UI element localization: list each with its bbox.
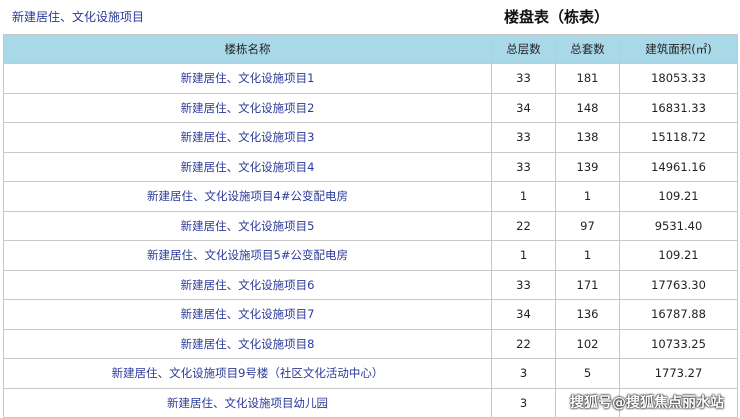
- building-name-cell[interactable]: 新建居住、文化设施项目8: [3, 328, 492, 359]
- header-bar: 新建居住、文化设施项目 楼盘表（栋表）: [0, 0, 740, 34]
- total-units-cell: 5: [555, 358, 620, 389]
- table-row: 新建居住、文化设施项目4 33 139 14961.16: [3, 151, 738, 182]
- floor-area-cell: 14961.16: [619, 151, 738, 182]
- total-floors-cell: 34: [491, 92, 556, 123]
- total-floors-cell: 1: [491, 240, 556, 271]
- table-body: 新建居住、文化设施项目1 33 181 18053.33 新建居住、文化设施项目2 34 1…: [3, 63, 738, 418]
- floor-area-cell: 15118.72: [619, 122, 738, 153]
- floor-area-cell: 18053.33: [619, 63, 738, 94]
- building-name-cell[interactable]: 新建居住、文化设施项目4: [3, 151, 492, 182]
- project-name: 新建居住、文化设施项目: [12, 10, 145, 24]
- floor-area-cell: 17763.30: [619, 269, 738, 300]
- building-name-cell[interactable]: 新建居住、文化设施项目3: [3, 122, 492, 153]
- total-floors-cell: 33: [491, 63, 556, 94]
- table-row: 新建居住、文化设施项目9号楼（社区文化活动中心） 3 5 1773.27: [3, 358, 738, 389]
- table-row: 新建居住、文化设施项目1 33 181 18053.33: [3, 63, 738, 94]
- total-units-cell: 136: [555, 299, 620, 330]
- building-name-cell[interactable]: 新建居住、文化设施项目9号楼（社区文化活动中心）: [3, 358, 492, 389]
- floor-area-cell: 109.21: [619, 181, 738, 212]
- total-units-cell: 139: [555, 151, 620, 182]
- total-floors-cell: 34: [491, 299, 556, 330]
- total-floors-cell: 33: [491, 122, 556, 153]
- building-name-cell[interactable]: 新建居住、文化设施项目1: [3, 63, 492, 94]
- total-floors-cell: 33: [491, 151, 556, 182]
- table-row: 新建居住、文化设施项目5 22 97 9531.40: [3, 210, 738, 241]
- building-name-cell[interactable]: 新建居住、文化设施项目5: [3, 210, 492, 241]
- floor-area-cell: 16787.88: [619, 299, 738, 330]
- total-units-cell: 97: [555, 210, 620, 241]
- total-floors-cell: 1: [491, 181, 556, 212]
- table-row: 新建居住、文化设施项目8 22 102 10733.25: [3, 328, 738, 359]
- total-floors-cell: 22: [491, 210, 556, 241]
- total-floors-cell: 33: [491, 269, 556, 300]
- table-row: 新建居住、文化设施项目2 34 148 16831.33: [3, 92, 738, 123]
- table-header-row: 楼栋名称 总层数 总套数 建筑面积(㎡): [3, 34, 738, 64]
- total-floors-cell: 3: [491, 358, 556, 389]
- total-units-cell: 181: [555, 63, 620, 94]
- floor-area-cell: 10733.25: [619, 328, 738, 359]
- total-units-cell: 148: [555, 92, 620, 123]
- total-units-cell: 171: [555, 269, 620, 300]
- building-name-cell[interactable]: 新建居住、文化设施项目2: [3, 92, 492, 123]
- column-header-floor-area: 建筑面积(㎡): [619, 34, 738, 64]
- column-header-total-floors: 总层数: [491, 34, 556, 64]
- total-units-cell: 1: [555, 181, 620, 212]
- floor-area-cell: 109.21: [619, 240, 738, 271]
- table-row: 新建居住、文化设施项目4#公变配电房 1 1 109.21: [3, 181, 738, 212]
- building-name-cell[interactable]: 新建居住、文化设施项目幼儿园: [3, 387, 492, 418]
- table-row: 新建居住、文化设施项目5#公变配电房 1 1 109.21: [3, 240, 738, 271]
- page-title: 楼盘表（栋表）: [504, 8, 610, 26]
- total-floors-cell: 3: [491, 387, 556, 418]
- table-row: 新建居住、文化设施项目3 33 138 15118.72: [3, 122, 738, 153]
- column-header-total-units: 总套数: [555, 34, 620, 64]
- total-units-cell: 1: [555, 240, 620, 271]
- total-units-cell: 138: [555, 122, 620, 153]
- watermark: 搜狐号@搜狐焦点丽水站: [570, 395, 724, 411]
- total-floors-cell: 22: [491, 328, 556, 359]
- table-row: 新建居住、文化设施项目7 34 136 16787.88: [3, 299, 738, 330]
- floor-area-cell: 16831.33: [619, 92, 738, 123]
- table-row: 新建居住、文化设施项目6 33 171 17763.30: [3, 269, 738, 300]
- column-header-building-name: 楼栋名称: [3, 34, 492, 64]
- building-name-cell[interactable]: 新建居住、文化设施项目7: [3, 299, 492, 330]
- building-name-cell[interactable]: 新建居住、文化设施项目4#公变配电房: [3, 181, 492, 212]
- building-table: 楼栋名称 总层数 总套数 建筑面积(㎡) 新建居住、文化设施项目1 33 181 18…: [3, 34, 738, 418]
- building-name-cell[interactable]: 新建居住、文化设施项目6: [3, 269, 492, 300]
- building-name-cell[interactable]: 新建居住、文化设施项目5#公变配电房: [3, 240, 492, 271]
- floor-area-cell: 1773.27: [619, 358, 738, 389]
- floor-area-cell: 9531.40: [619, 210, 738, 241]
- total-units-cell: 102: [555, 328, 620, 359]
